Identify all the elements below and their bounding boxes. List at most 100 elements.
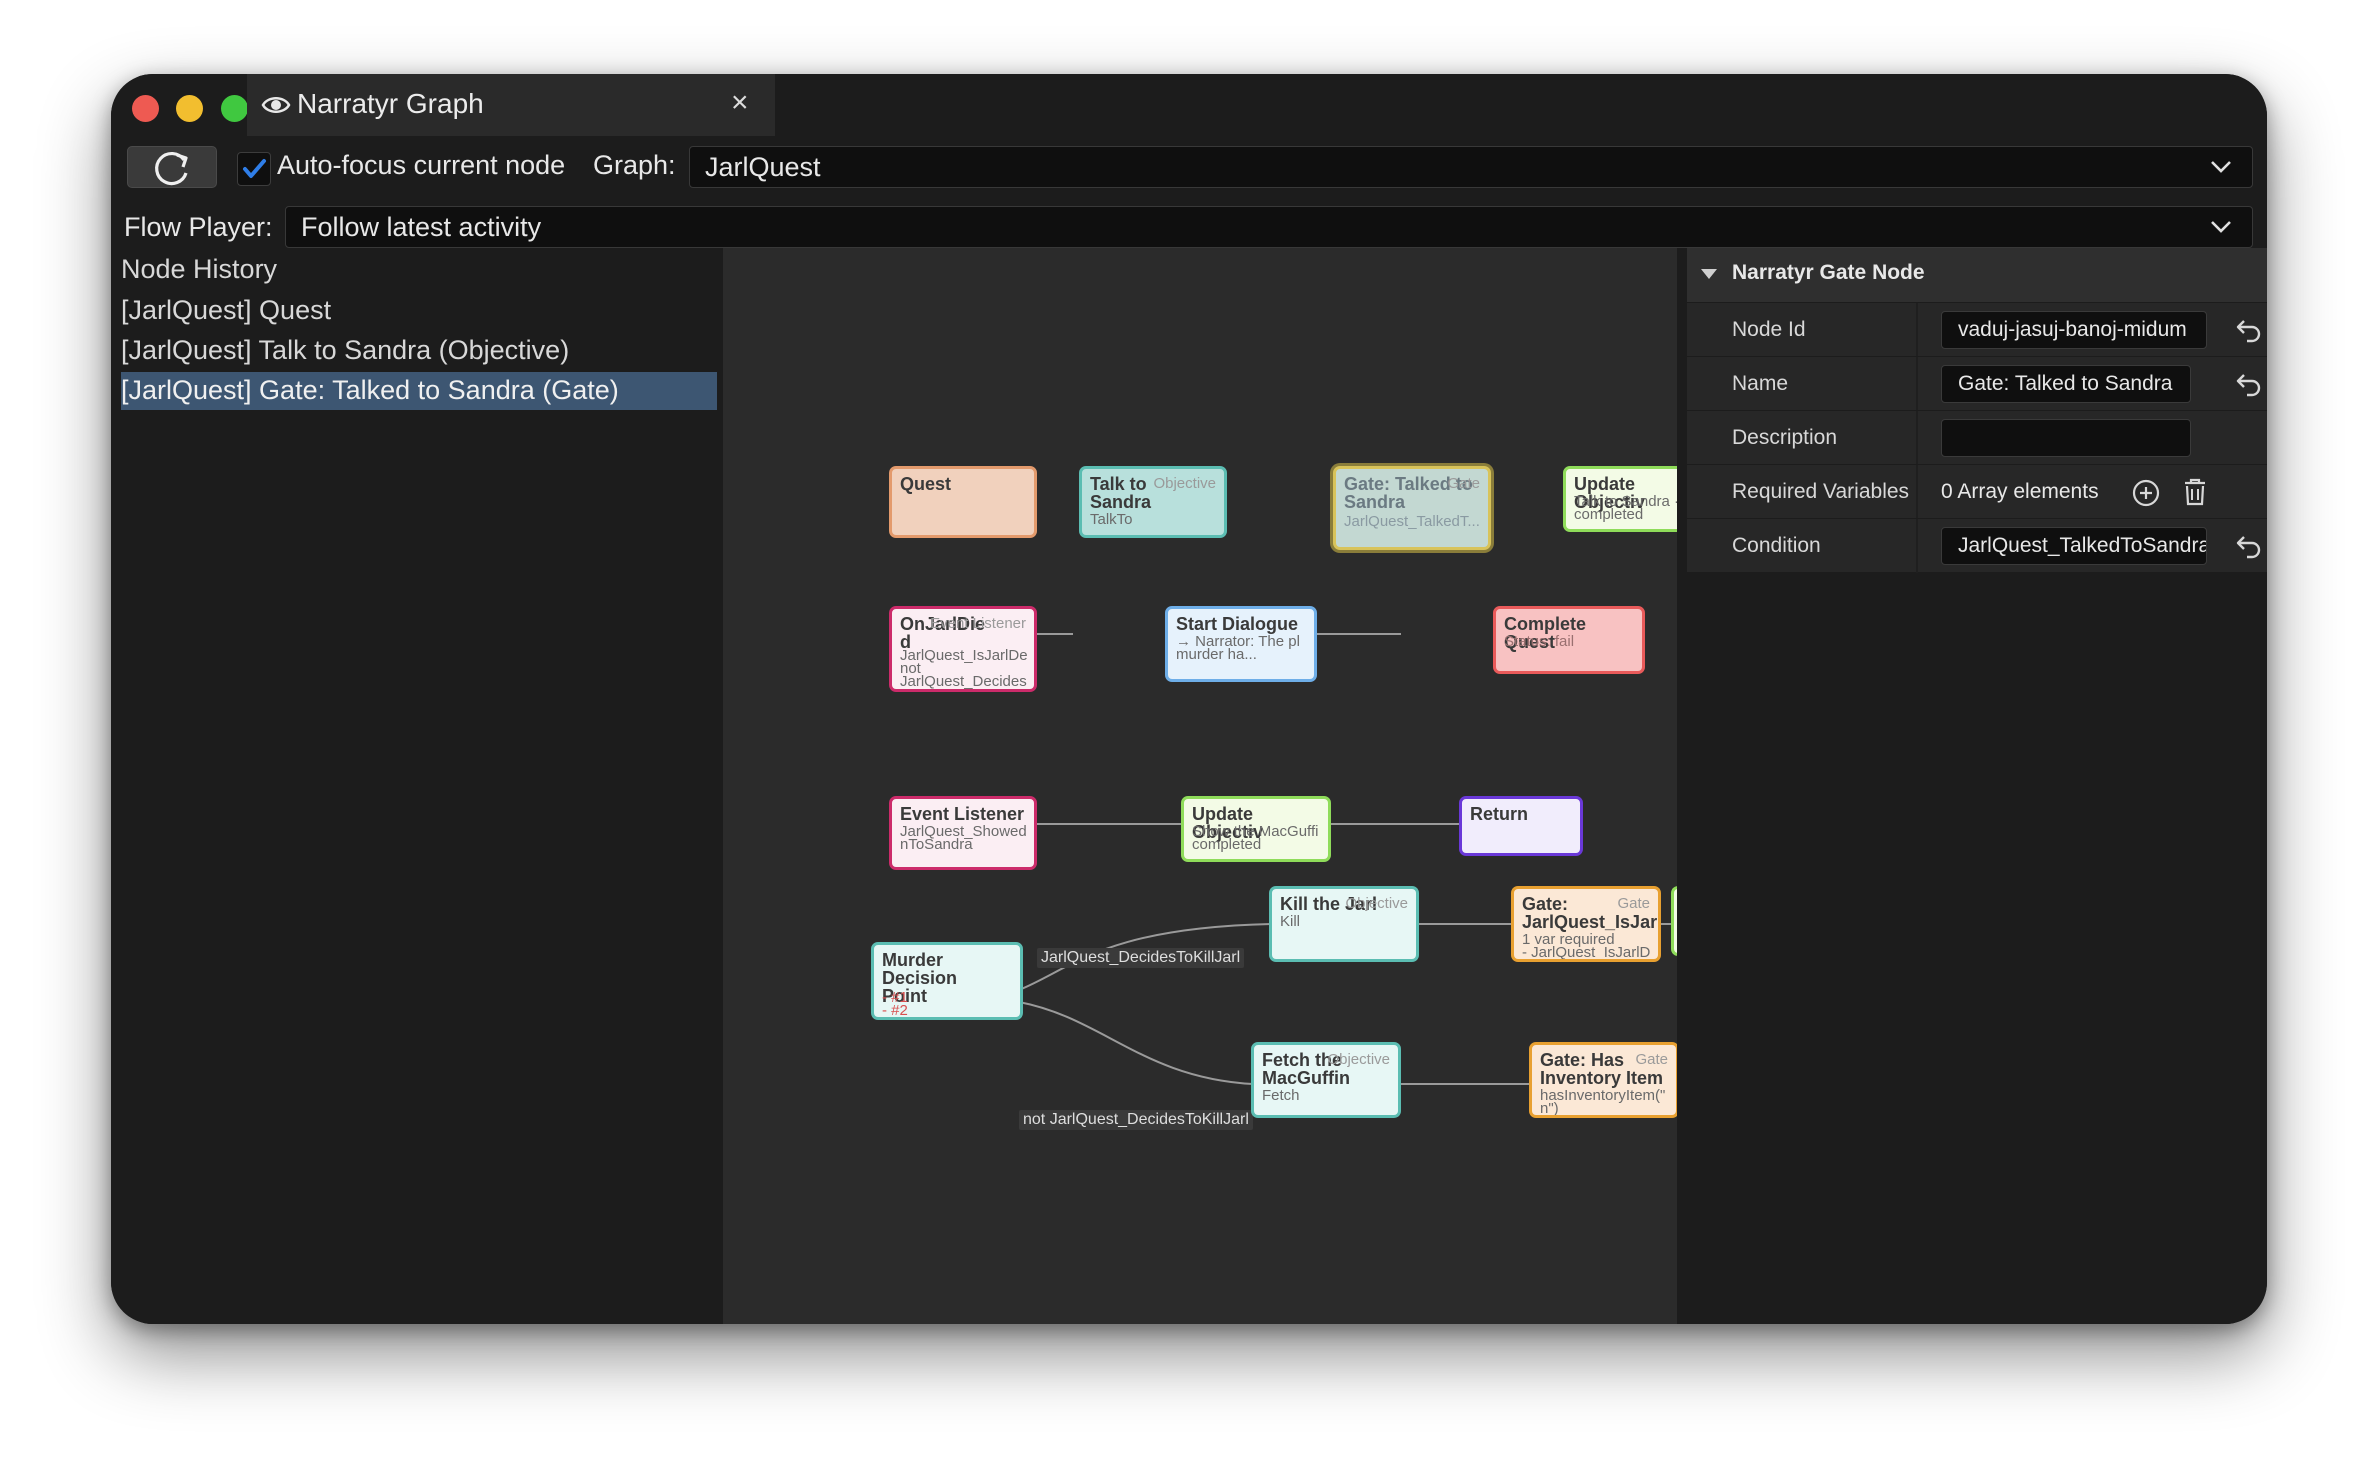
node-gate-has-inventory-item[interactable]: Gate: Has Inventory Item Gate hasInvento…: [1529, 1042, 1677, 1118]
node-start-dialogue[interactable]: Start Dialogue → Narrator: The pl murder…: [1165, 606, 1317, 682]
prop-row-description: Description: [1687, 410, 2267, 465]
node-sub: Kill: [1280, 913, 1301, 930]
node-sub: Talk to Sandra · completed: [1574, 493, 1677, 523]
prop-label: Required Variables: [1732, 480, 1910, 503]
chevron-down-icon: [2211, 221, 2231, 233]
tab-narratyr-graph[interactable]: Narratyr Graph ×: [247, 74, 775, 136]
history-item-selected[interactable]: [JarlQuest] Gate: Talked to Sandra (Gate…: [121, 372, 717, 410]
minimize-window-button[interactable]: [176, 95, 203, 122]
flow-player-select[interactable]: Follow latest activity: [285, 206, 2253, 248]
prop-label: Condition: [1732, 534, 1821, 557]
row-divider: [1916, 357, 1918, 411]
details-panel: Narratyr Gate Node Node Id vaduj-jasuj-b…: [1677, 248, 2267, 1324]
description-field[interactable]: [1941, 419, 2191, 457]
node-sub: JarlQuest_IsJarlDe not JarlQuest_Decides: [900, 647, 1028, 690]
edge-label-not-decides: not JarlQuest_DecidesToKillJarl: [1019, 1110, 1253, 1130]
refresh-icon: [155, 152, 188, 186]
details-header[interactable]: Narratyr Gate Node: [1687, 248, 2267, 302]
node-gate-talked-to-sandra[interactable]: Gate: Talked to Sandra Gate JarlQuest_Ta…: [1333, 466, 1491, 550]
toolbar: Auto-focus current node Graph: JarlQuest: [111, 136, 2267, 198]
title-bar: Narratyr Graph ×: [111, 74, 2267, 136]
node-sub: - #1 - #2: [882, 989, 908, 1019]
node-type: Gate: [1617, 895, 1650, 912]
node-type: Gate: [1635, 1051, 1668, 1068]
graph-canvas[interactable]: Quest Talk to Sandra Objective TalkTo Ga…: [723, 248, 1677, 1324]
flow-player-value: Follow latest activity: [301, 212, 542, 242]
name-value: Gate: Talked to Sandra: [1958, 372, 2173, 395]
row-divider: [1916, 519, 1918, 573]
history-item[interactable]: [JarlQuest] Quest: [121, 292, 717, 330]
node-history-panel: Node History [JarlQuest] Quest [JarlQues…: [111, 248, 723, 1324]
node-on-jarl-died[interactable]: OnJarlDie d Event Listener JarlQuest_IsJ…: [889, 606, 1037, 692]
condition-field[interactable]: JarlQuest_TalkedToSandra: [1941, 527, 2207, 565]
node-title: Return: [1470, 804, 1528, 824]
flow-player-label: Flow Player:: [124, 212, 273, 242]
tab-title: Narratyr Graph: [297, 88, 484, 119]
graph-select[interactable]: JarlQuest: [689, 146, 2253, 188]
node-sub: TalkTo: [1090, 511, 1133, 528]
node-sub: JarlQuest_TalkedT...: [1344, 513, 1480, 530]
node-sub: Fetch: [1262, 1087, 1300, 1104]
checkmark-icon: [243, 159, 266, 178]
prop-row-name: Name Gate: Talked to Sandra: [1687, 356, 2267, 411]
details-header-title: Narratyr Gate Node: [1732, 261, 1925, 284]
node-type: Objective: [1153, 475, 1216, 492]
node-return[interactable]: Return: [1459, 796, 1583, 856]
graph-select-value: JarlQuest: [705, 152, 821, 182]
close-window-button[interactable]: [132, 95, 159, 122]
node-quest[interactable]: Quest: [889, 466, 1037, 538]
prop-row-node-id: Node Id vaduj-jasuj-banoj-midum: [1687, 302, 2267, 357]
reset-to-default-icon[interactable]: [2235, 533, 2263, 559]
edge-decision-fetch: [1018, 1001, 1254, 1085]
app-window: Narratyr Graph × Auto-focus current node…: [111, 74, 2267, 1324]
node-sub: hasInventoryItem(" n"): [1540, 1087, 1666, 1117]
prop-row-required-variables: Required Variables 0 Array elements: [1687, 464, 2267, 519]
node-title: Event Listener: [900, 804, 1025, 824]
refresh-button[interactable]: [127, 146, 217, 188]
trash-icon[interactable]: [2181, 477, 2209, 507]
node-sub: → Narrator: The pl murder ha...: [1176, 633, 1300, 663]
node-type: Objective: [1327, 1051, 1390, 1068]
node-fetch-macguffin[interactable]: Fetch the MacGuffin Objective Fetch: [1251, 1042, 1401, 1118]
node-sub: Status: fail: [1504, 633, 1575, 650]
node-update-objective-1[interactable]: Update Objectiv Talk to Sandra · complet…: [1563, 466, 1677, 532]
reset-to-default-icon[interactable]: [2235, 317, 2263, 343]
graph-edges: [919, 492, 1677, 1085]
chevron-down-icon: [2211, 161, 2231, 173]
node-id-field[interactable]: vaduj-jasuj-banoj-midum: [1941, 311, 2207, 349]
node-type: Gate: [1447, 475, 1480, 492]
node-title: Talk to Sandra: [1090, 474, 1152, 512]
tab-close-icon[interactable]: ×: [731, 86, 749, 120]
node-type: Event Listener: [930, 615, 1026, 632]
node-murder-decision-point[interactable]: Murder Decision Point - #1 - #2: [871, 942, 1023, 1020]
node-title: Start Dialogue: [1176, 614, 1299, 634]
graph-label: Graph:: [593, 150, 676, 180]
node-gate-isjarl[interactable]: Gate: JarlQuest_IsJar Gate 1 var require…: [1511, 886, 1661, 962]
prop-label: Node Id: [1732, 318, 1806, 341]
prop-row-condition: Condition JarlQuest_TalkedToSandra: [1687, 518, 2267, 573]
node-talk-to-sandra[interactable]: Talk to Sandra Objective TalkTo: [1079, 466, 1227, 538]
row-divider: [1916, 411, 1918, 465]
node-event-listener[interactable]: Event Listener JarlQuest_Showed nToSandr…: [889, 796, 1037, 870]
edge-label-decides: JarlQuest_DecidesToKillJarl: [1037, 948, 1245, 968]
required-variables-count: 0 Array elements: [1941, 480, 2099, 503]
maximize-window-button[interactable]: [221, 95, 248, 122]
node-complete-quest[interactable]: Complete Quest Status: fail: [1493, 606, 1645, 674]
eye-icon: [261, 97, 291, 113]
row-divider: [1916, 465, 1918, 519]
reset-to-default-icon[interactable]: [2235, 371, 2263, 397]
autofocus-checkbox[interactable]: [237, 152, 271, 186]
collapse-triangle-icon: [1701, 269, 1717, 279]
row-divider: [1916, 303, 1918, 357]
prop-label: Description: [1732, 426, 1838, 449]
history-item[interactable]: [JarlQuest] Talk to Sandra (Objective): [121, 332, 717, 370]
node-quest-title: Quest: [900, 474, 952, 494]
add-element-icon[interactable]: [2131, 478, 2161, 508]
node-kill-the-jarl[interactable]: Kill the Jarl Objective Kill: [1269, 886, 1419, 962]
node-id-value: vaduj-jasuj-banoj-midum: [1958, 318, 2187, 341]
name-field[interactable]: Gate: Talked to Sandra: [1941, 365, 2191, 403]
node-sub: JarlQuest_Showed nToSandra: [900, 823, 1027, 853]
node-update-objective-2[interactable]: Update Objectiv Show the MacGuffi comple…: [1181, 796, 1331, 862]
prop-label: Name: [1732, 372, 1789, 395]
node-type: Objective: [1345, 895, 1408, 912]
